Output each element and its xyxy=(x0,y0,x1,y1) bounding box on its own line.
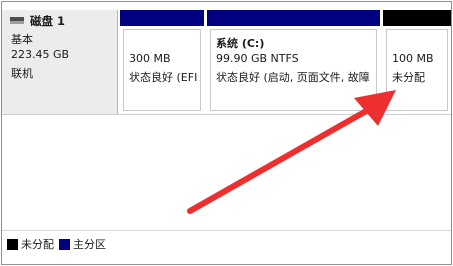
disk-management-view: 磁盘 1 基本 223.45 GB 联机 300 MB 状态良好 (EFI 系统… xyxy=(1,1,452,265)
red-arrow-annotation xyxy=(187,90,396,214)
arrow-head xyxy=(354,90,396,126)
arrow-shaft xyxy=(187,107,371,214)
